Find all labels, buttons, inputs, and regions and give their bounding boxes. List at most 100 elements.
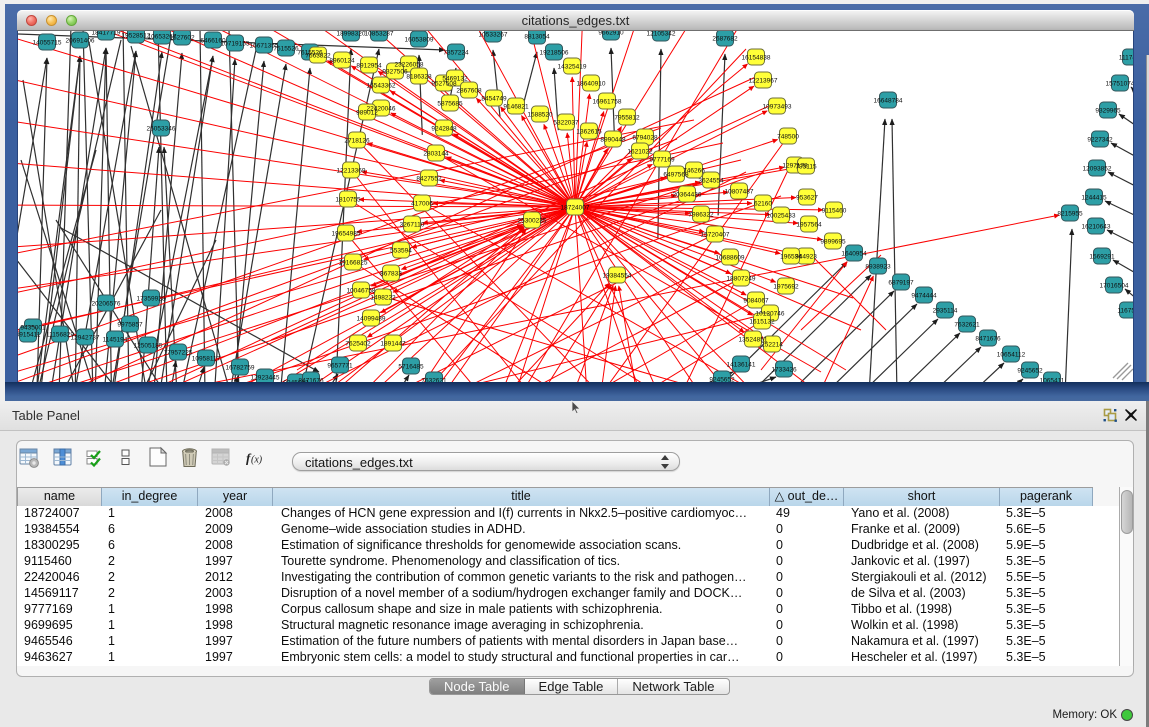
svg-text:10120746: 10120746 [756,311,785,318]
svg-text:2718126: 2718126 [344,138,370,145]
svg-text:10807487: 10807487 [725,189,754,196]
svg-text:9227342: 9227342 [1087,137,1113,144]
svg-text:9975857: 9975857 [117,322,143,329]
svg-text:1362615: 1362615 [576,129,602,136]
svg-text:20364436: 20364436 [673,192,702,199]
svg-text:20691406: 20691406 [66,38,95,45]
svg-text:10719155: 10719155 [221,41,250,48]
svg-text:7515526: 7515526 [273,46,299,53]
svg-text:9242848: 9242848 [431,126,457,133]
svg-text:7632621: 7632621 [954,322,980,329]
svg-text:8990448: 8990448 [600,137,626,144]
svg-text:10853287: 10853287 [365,31,394,38]
svg-text:10958117: 10958117 [192,356,221,363]
svg-text:18807249: 18807249 [727,276,756,283]
svg-text:9474444: 9474444 [911,293,937,300]
svg-text:5716485: 5716485 [398,364,424,371]
svg-text:9435001: 9435001 [20,325,46,332]
svg-text:8427552: 8427552 [416,176,442,183]
svg-text:12923445: 12923445 [251,375,280,382]
svg-text:16782759: 16782759 [226,365,255,372]
svg-text:10533267: 10533267 [479,32,508,39]
svg-text:953627: 953627 [796,195,818,202]
svg-text:(x): (x) [251,455,263,466]
svg-text:1588520: 1588520 [527,112,553,119]
svg-text:5322037: 5322037 [553,120,579,127]
svg-text:9657771: 9657771 [327,363,353,370]
svg-text:12093852: 12093852 [1083,166,1112,173]
svg-text:7357224: 7357224 [443,50,469,57]
svg-text:748500: 748500 [777,134,799,141]
svg-text:1957564: 1957564 [796,222,822,229]
svg-text:1145194: 1145194 [103,337,128,344]
svg-text:12213369: 12213369 [337,168,366,175]
svg-text:8471676: 8471676 [975,336,1001,343]
svg-text:10654112: 10654112 [997,352,1026,359]
svg-text:16210643: 16210643 [1082,224,1111,231]
svg-text:1621022: 1621022 [627,149,653,156]
svg-text:15720407: 15720407 [701,232,730,239]
svg-text:5469132: 5469132 [442,76,468,83]
svg-text:17016504: 17016504 [1100,283,1129,290]
svg-text:16648784: 16648784 [874,98,903,105]
svg-text:746266: 746266 [683,168,705,175]
svg-text:7955812: 7955812 [614,115,640,122]
svg-text:10046758: 10046758 [347,288,376,295]
svg-text:19166825: 19166825 [339,260,368,267]
svg-text:196534: 196534 [780,254,802,261]
svg-text:417006: 417006 [411,201,433,208]
svg-text:9327506: 9327506 [382,69,408,76]
svg-text:252214: 252214 [761,342,783,349]
svg-text:2867608: 2867608 [456,88,482,95]
svg-text:17359928: 17359928 [137,296,166,303]
svg-text:9146821: 9146821 [503,104,529,111]
svg-text:3915411: 3915411 [18,332,41,339]
svg-text:26053346: 26053346 [147,126,176,133]
svg-text:2687682: 2687682 [712,36,738,43]
svg-text:5875685: 5875685 [437,101,463,108]
svg-text:9115460: 9115460 [822,208,847,215]
svg-text:62160: 62160 [754,201,772,208]
svg-text:9084067: 9084067 [743,298,769,305]
svg-text:12213967: 12213967 [749,78,778,85]
svg-text:8813054: 8813054 [524,34,550,41]
svg-text:8186328: 8186328 [406,74,432,81]
svg-text:1569291: 1569291 [1089,254,1115,261]
svg-text:9777169: 9777169 [649,157,675,164]
svg-text:12505185: 12505185 [134,343,163,350]
svg-text:8960124: 8960124 [329,58,355,65]
svg-text:1117405: 1117405 [1119,55,1134,62]
svg-text:10688609: 10688609 [716,255,745,262]
svg-text:16053809: 16053809 [405,37,434,44]
svg-text:17957225: 17957225 [164,350,193,357]
svg-text:14055715: 14055715 [33,40,62,47]
svg-text:16543362: 16543362 [367,83,396,90]
svg-text:23226058: 23226058 [395,62,424,69]
svg-text:20206576: 20206576 [92,301,121,308]
svg-text:8912954: 8912954 [356,63,382,70]
svg-text:9662910: 9662910 [598,31,624,37]
svg-text:1891447: 1891447 [380,341,406,348]
svg-text:12942737: 12942737 [71,335,100,342]
svg-text:14136141: 14136141 [727,362,756,369]
svg-text:989012: 989012 [356,110,378,117]
svg-text:1975692: 1975692 [773,284,799,291]
svg-text:18417719: 18417719 [92,31,121,37]
svg-text:19384554: 19384554 [603,273,632,280]
svg-text:14325419: 14325419 [558,64,587,71]
svg-text:8938923: 8938923 [865,264,891,271]
svg-text:18724007: 18724007 [561,205,590,212]
svg-text:16154838: 16154838 [742,55,771,62]
svg-text:3267110: 3267110 [400,222,425,229]
svg-text:9329965: 9329965 [1095,108,1121,115]
svg-text:1498222: 1498222 [370,295,396,302]
svg-text:1733426: 1733426 [771,367,797,374]
svg-text:7986322: 7986322 [688,212,714,219]
svg-text:1527602: 1527602 [169,35,195,42]
svg-text:3624554: 3624554 [698,178,724,185]
svg-text:9899695: 9899695 [820,239,846,246]
svg-text:9245652: 9245652 [1017,368,1043,375]
svg-text:795115: 795115 [795,164,817,171]
svg-text:10973493: 10973493 [763,104,792,111]
svg-text:25300235: 25300235 [518,218,547,225]
